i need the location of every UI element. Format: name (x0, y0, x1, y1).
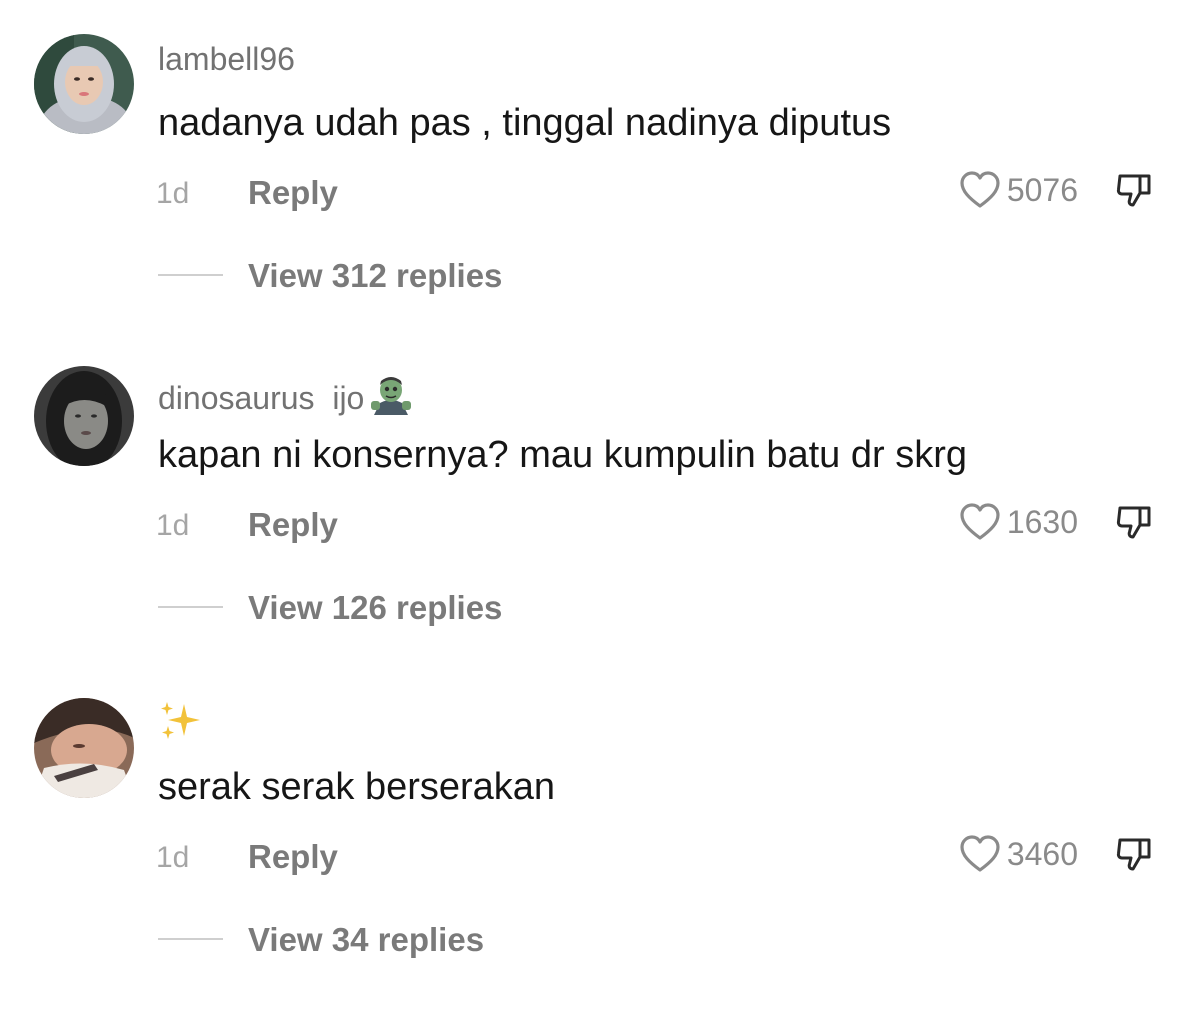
comment-item: dinosaurus ijo kapan ni konsernya? mau k… (0, 332, 1200, 662)
zombie-emoji-icon (368, 375, 414, 420)
comment-item: serak serak berserakan 1d Reply 3460 Vie… (0, 664, 1200, 994)
comment-item: lambell96 nadanya udah pas , tinggal nad… (0, 0, 1200, 330)
comment-username[interactable] (158, 700, 202, 749)
divider-line (158, 938, 223, 940)
comment-time: 1d (156, 177, 190, 210)
thumbs-down-outline-icon[interactable] (1114, 170, 1154, 210)
like-group: 5076 (959, 170, 1154, 210)
like-group: 3460 (959, 834, 1154, 874)
divider-line (158, 606, 223, 608)
comment-username[interactable]: lambell96 (158, 43, 295, 75)
like-count: 1630 (1006, 504, 1078, 540)
view-replies-button[interactable]: View 312 replies (248, 259, 502, 292)
avatar[interactable] (34, 698, 134, 798)
like-count: 3460 (1006, 836, 1078, 872)
reply-button[interactable]: Reply (248, 508, 338, 541)
comment-time: 1d (156, 841, 190, 874)
comment-text: kapan ni konsernya? mau kumpulin batu dr… (158, 434, 968, 476)
comment-text: nadanya udah pas , tinggal nadinya diput… (158, 102, 892, 144)
thumbs-down-outline-icon[interactable] (1114, 502, 1154, 542)
heart-outline-icon[interactable] (959, 170, 1001, 210)
username-text: lambell96 (158, 41, 295, 77)
comment-text: serak serak berserakan (158, 766, 556, 808)
thumbs-down-outline-icon[interactable] (1114, 834, 1154, 874)
heart-outline-icon[interactable] (959, 834, 1001, 874)
sparkles-emoji-icon (158, 700, 202, 749)
username-text: dinosaurus ijo (158, 379, 365, 416)
view-replies-button[interactable]: View 34 replies (248, 923, 484, 956)
reply-button[interactable]: Reply (248, 176, 338, 209)
like-group: 1630 (959, 502, 1154, 542)
reply-button[interactable]: Reply (248, 840, 338, 873)
like-count: 5076 (1006, 172, 1078, 208)
avatar[interactable] (34, 366, 134, 466)
heart-outline-icon[interactable] (959, 502, 1001, 542)
comment-username[interactable]: dinosaurus ijo (158, 375, 414, 420)
view-replies-button[interactable]: View 126 replies (248, 591, 502, 624)
avatar[interactable] (34, 34, 134, 134)
comment-time: 1d (156, 509, 190, 542)
divider-line (158, 274, 223, 276)
